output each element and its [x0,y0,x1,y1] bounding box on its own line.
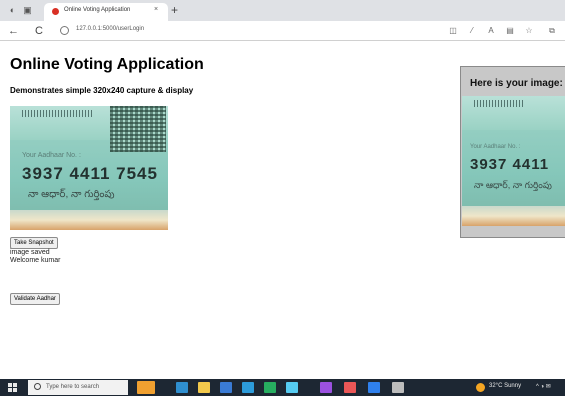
vscode-icon[interactable] [286,382,298,393]
result-card-barcode [474,100,524,107]
browser-tab-active[interactable]: Online Voting Application × [44,3,168,21]
card-number-label: Your Aadhaar No. : [22,152,81,159]
file-explorer-icon[interactable] [198,382,210,393]
store-icon[interactable] [220,382,232,393]
status-welcome: Welcome kumar [10,257,61,264]
search-icon [34,383,41,390]
new-tab-button[interactable]: + [171,3,178,17]
task-view-icon[interactable] [137,381,155,394]
validate-aadhar-button[interactable]: Validate Aadhar [10,293,60,305]
app-icon-3[interactable] [368,382,380,393]
card-slogan: నా ఆధార్, నా గుర్తింపు [28,189,115,200]
result-card-bottom-strip [462,206,565,226]
mail-icon[interactable] [242,382,254,393]
result-panel-heading: Here is your image: [470,78,563,89]
status-image-saved: image saved [10,249,50,256]
page-title: Online Voting Application [10,56,204,73]
tab-close-icon[interactable]: × [154,6,158,13]
page-subtitle: Demonstrates simple 320x240 capture & di… [10,86,194,95]
take-snapshot-button[interactable]: Take Snapshot [10,237,58,249]
windows-start-icon[interactable] [8,383,17,392]
taskbar-search-box[interactable]: Type here to search [28,380,128,395]
chrome-icon[interactable] [264,382,276,393]
url-text: 127.0.0.1:5000/userLogin [76,26,145,32]
result-card-number-label: Your Aadhaar No. : [470,144,521,150]
windows-taskbar: Type here to search 32°C Sunny ^ ◑ ✉ [0,379,565,396]
card-barcode [22,110,92,117]
address-toolbar: ← C 127.0.0.1:5000/userLogin ◫ ⁄ A ▤ ☆ ⧉ [0,21,565,41]
tab-title: Online Voting Application [64,7,131,13]
weather-sun-icon [476,383,485,392]
taskbar-search-placeholder: Type here to search [46,384,100,390]
address-bar[interactable]: 127.0.0.1:5000/userLogin [60,24,440,38]
split-screen-icon[interactable]: ▤ [505,26,515,36]
result-aadhaar-image: Your Aadhaar No. : 3937 4411 నా ఆధార్, న… [462,96,565,226]
extensions-icon[interactable]: ⁄ [467,26,477,36]
app-icon-2[interactable] [344,382,356,393]
profile-icon[interactable]: ◐ [7,5,18,16]
collections-icon[interactable]: ⧉ [547,26,557,36]
result-panel: Here is your image: Your Aadhaar No. : 3… [460,66,565,238]
refresh-button[interactable]: C [35,25,43,37]
card-bottom-strip [10,210,168,230]
system-tray-icons[interactable]: ^ ◑ ✉ [536,383,551,390]
back-button[interactable]: ← [8,25,19,37]
read-aloud-icon[interactable]: ◫ [448,26,458,36]
tab-favicon-icon [52,8,59,15]
site-info-icon[interactable] [60,26,69,35]
card-aadhaar-number: 3937 4411 7545 [22,164,158,183]
result-card-slogan: నా ఆధార్, నా గుర్తింపు [474,180,552,190]
translate-icon[interactable]: A [486,26,496,36]
captured-aadhaar-image: Your Aadhaar No. : 3937 4411 7545 నా ఆధా… [10,106,168,230]
favorites-star-icon[interactable]: ☆ [524,26,534,36]
workspaces-icon[interactable]: ▣ [22,5,33,16]
card-qr-code [110,106,166,152]
browser-tab-strip: ◐ ▣ Online Voting Application × + [0,0,565,21]
app-icon-4[interactable] [392,382,404,393]
app-icon-1[interactable] [320,382,332,393]
result-card-number: 3937 4411 [470,156,550,173]
edge-browser-icon[interactable] [176,382,188,393]
weather-text[interactable]: 32°C Sunny [489,383,521,389]
